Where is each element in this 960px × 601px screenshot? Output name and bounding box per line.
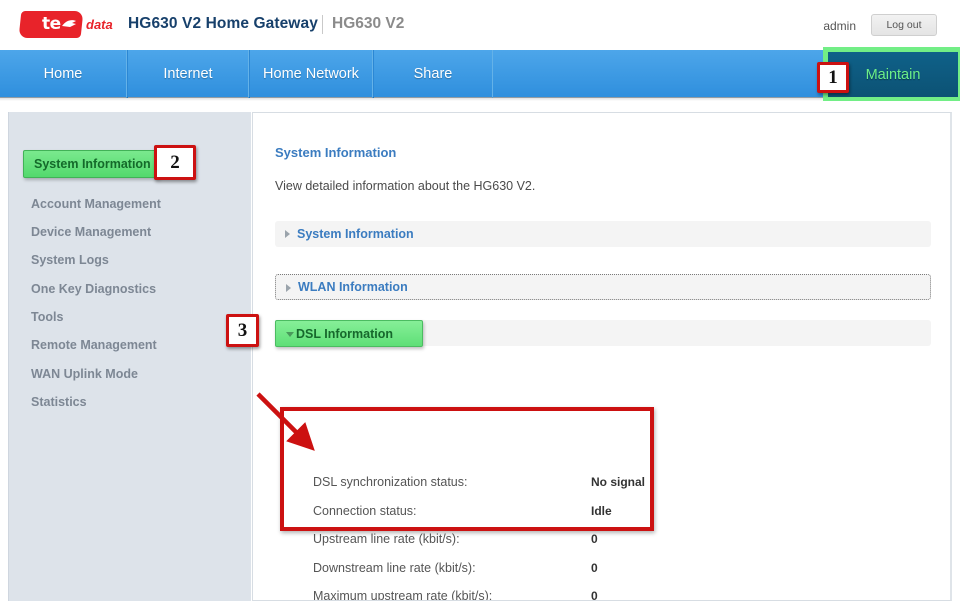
sidebar-item-wan-uplink-mode[interactable]: WAN Uplink Mode — [9, 359, 252, 388]
page-header: te data HG630 V2 Home Gateway HG630 V2 a… — [0, 0, 960, 50]
triangle-right-icon — [286, 284, 291, 292]
sidebar-item-statistics-label: Statistics — [31, 394, 87, 409]
sidebar-item-wan-uplink-mode-label: WAN Uplink Mode — [31, 366, 138, 381]
sidebar-item-account-management-label: Account Management — [31, 196, 161, 211]
sidebar-item-tools[interactable]: Tools — [9, 302, 252, 331]
accordion-system-information-label: System Information — [297, 227, 414, 241]
nav-item-internet-label: Internet — [163, 66, 213, 82]
logo-swoosh-icon — [62, 19, 77, 27]
main-navigation: Home Internet Home Network Share — [0, 50, 960, 101]
dsl-key: Downstream line rate (kbit/s): — [313, 560, 476, 575]
device-model-label: HG630 V2 — [332, 15, 405, 32]
dsl-key: Connection status: — [313, 503, 417, 518]
table-row: DSL synchronization status: No signal — [253, 468, 950, 497]
dsl-value: 0 — [591, 532, 598, 547]
sidebar-item-system-logs[interactable]: System Logs — [9, 245, 252, 274]
nav-item-share[interactable]: Share — [373, 50, 493, 98]
content-panel: System Information View detailed informa… — [252, 112, 952, 601]
dsl-information-table: DSL synchronization status: No signal Co… — [253, 468, 950, 601]
annotation-badge-3: 3 — [226, 314, 259, 347]
sidebar-item-device-management-label: Device Management — [31, 224, 152, 239]
accordion-wlan-information[interactable]: WLAN Information — [275, 274, 931, 300]
table-row: Maximum upstream rate (kbit/s): 0 — [253, 582, 950, 601]
nav-item-home[interactable]: Home — [0, 50, 127, 98]
accordion-dsl-information[interactable]: DSL Information — [275, 320, 423, 347]
header-divider — [322, 15, 323, 34]
nav-item-maintain-label: Maintain — [865, 66, 921, 83]
accordion-dsl-information-label: DSL Information — [296, 326, 393, 341]
sidebar-item-system-information[interactable]: System Information — [23, 150, 160, 178]
logout-button-label: Log out — [886, 19, 922, 31]
table-row: Upstream line rate (kbit/s): 0 — [253, 525, 950, 554]
triangle-down-icon — [286, 332, 294, 337]
accordion-system-information[interactable]: System Information — [275, 221, 931, 247]
sidebar-item-account-management[interactable]: Account Management — [9, 189, 252, 218]
sidebar-item-device-management[interactable]: Device Management — [9, 217, 252, 246]
dsl-key: DSL synchronization status: — [313, 475, 468, 490]
nav-item-home-network-label: Home Network — [263, 66, 359, 82]
dsl-value: Idle — [591, 503, 612, 518]
logout-button[interactable]: Log out — [871, 14, 937, 36]
table-row: Downstream line rate (kbit/s): 0 — [253, 554, 950, 583]
sidebar-item-one-key-diagnostics-label: One Key Diagnostics — [31, 281, 157, 296]
page-body: System Information Account Management De… — [0, 102, 960, 601]
content-heading: System Information — [275, 145, 397, 160]
annotation-badge-1-label: 1 — [828, 66, 838, 88]
te-data-logo-mark: te — [18, 10, 84, 38]
logo-data-text: data — [86, 16, 113, 32]
table-row: Connection status: Idle — [253, 497, 950, 526]
nav-item-home-label: Home — [43, 66, 83, 82]
dsl-key: Maximum upstream rate (kbit/s): — [313, 589, 493, 601]
accordion-wlan-information-label: WLAN Information — [298, 280, 408, 294]
nav-item-share-label: Share — [413, 66, 453, 82]
sidebar-item-system-logs-label: System Logs — [31, 252, 109, 267]
sidebar-item-system-information-label: System Information — [34, 157, 151, 171]
dsl-key: Upstream line rate (kbit/s): — [313, 532, 460, 547]
triangle-right-icon — [285, 230, 290, 238]
dsl-value: 0 — [591, 560, 598, 575]
dsl-value: 0 — [591, 589, 598, 601]
sidebar-item-tools-label: Tools — [31, 309, 64, 324]
annotation-badge-2-label: 2 — [170, 151, 180, 173]
content-description: View detailed information about the HG63… — [275, 179, 536, 193]
page-title: HG630 V2 Home Gateway — [128, 15, 318, 32]
sidebar-item-one-key-diagnostics[interactable]: One Key Diagnostics — [9, 274, 252, 303]
dsl-value: No signal — [591, 475, 646, 490]
annotation-badge-3-label: 3 — [237, 319, 248, 341]
sidebar-item-remote-management[interactable]: Remote Management — [9, 330, 252, 359]
annotation-badge-1: 1 — [817, 62, 849, 93]
nav-item-home-network[interactable]: Home Network — [249, 50, 373, 98]
annotation-badge-2: 2 — [154, 145, 196, 180]
logo-text: te — [41, 13, 61, 34]
te-data-logo[interactable]: te data — [18, 9, 125, 39]
sidebar-item-statistics[interactable]: Statistics — [9, 387, 252, 416]
nav-item-internet[interactable]: Internet — [127, 50, 249, 98]
sidebar-item-remote-management-label: Remote Management — [31, 337, 157, 352]
page-root: te data HG630 V2 Home Gateway HG630 V2 a… — [0, 0, 960, 601]
sidebar: System Information Account Management De… — [8, 112, 251, 601]
current-user-label: admin — [823, 19, 856, 33]
